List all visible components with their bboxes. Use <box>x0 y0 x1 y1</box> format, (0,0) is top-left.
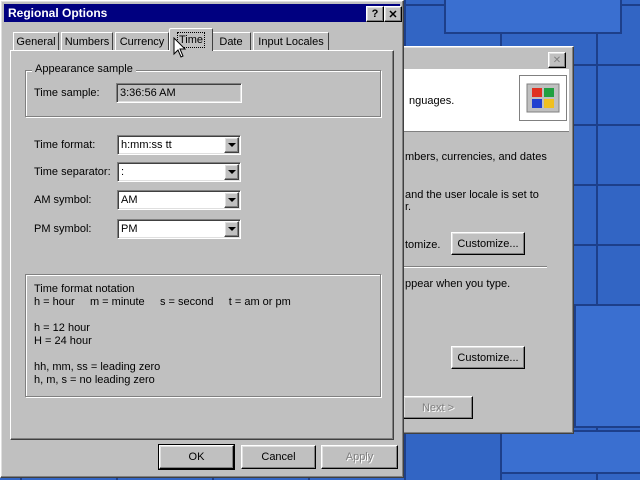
ok-button[interactable]: OK <box>158 444 235 470</box>
regional-options-dialog: Regional Options ? ✕ General Numbers Cur… <box>0 0 404 478</box>
notation-text: h = 12 hour <box>34 322 90 334</box>
background-window-titlebar: ✕ <box>400 50 570 68</box>
background-close-button[interactable]: ✕ <box>548 52 566 68</box>
chevron-down-icon[interactable] <box>224 164 239 180</box>
pm-symbol-combobox[interactable]: PM <box>117 219 241 239</box>
tab-label: Input Locales <box>258 36 324 48</box>
time-tab-panel: Appearance sample Time sample: 3:36:56 A… <box>10 50 394 440</box>
tab-label: Currency <box>119 36 165 48</box>
time-sample-value: 3:36:56 AM <box>120 87 176 99</box>
titlebar[interactable]: Regional Options ? ✕ <box>4 4 402 22</box>
desktop-decoration <box>444 0 622 34</box>
separator <box>401 266 547 268</box>
background-body-text: tomize. <box>405 239 441 251</box>
apply-button[interactable]: Apply <box>321 445 398 469</box>
am-symbol-label: AM symbol: <box>34 194 92 206</box>
tab-currency[interactable]: Currency <box>115 32 169 51</box>
notation-text: h = hour m = minute s = second t = am or… <box>34 296 291 308</box>
time-separator-label: Time separator: <box>34 166 111 178</box>
notation-text: H = 24 hour <box>34 335 92 347</box>
cancel-button[interactable]: Cancel <box>241 445 316 469</box>
chevron-down-icon[interactable] <box>224 221 239 237</box>
tab-input-locales[interactable]: Input Locales <box>253 32 329 51</box>
notation-text: h, m, s = no leading zero <box>34 374 155 386</box>
notation-text: hh, mm, ss = leading zero <box>34 361 161 373</box>
tab-date[interactable]: Date <box>211 32 251 51</box>
chevron-down-icon[interactable] <box>224 192 239 208</box>
time-separator-value: : <box>121 166 125 178</box>
pm-symbol-value: PM <box>121 223 138 235</box>
desktop-decoration <box>500 430 640 474</box>
appearance-sample-group: Appearance sample Time sample: 3:36:56 A… <box>25 63 381 117</box>
tab-general[interactable]: General <box>13 32 59 51</box>
customize-button-2[interactable]: Customize... <box>451 346 525 369</box>
time-sample-field: 3:36:56 AM <box>116 83 242 103</box>
tab-label: Date <box>219 36 243 48</box>
background-wizard-window: ✕ nguages. mbers, currencies, and dates … <box>396 46 574 434</box>
time-format-label: Time format: <box>34 139 96 151</box>
time-separator-combobox[interactable]: : <box>117 162 241 182</box>
tab-label: General <box>16 36 56 48</box>
am-symbol-value: AM <box>121 194 138 206</box>
window-title: Regional Options <box>8 6 108 20</box>
background-body-text: r. <box>405 201 412 213</box>
background-body-text: mbers, currencies, and dates <box>405 151 547 163</box>
group-legend: Appearance sample <box>32 63 136 75</box>
next-button[interactable]: Next > <box>403 396 473 419</box>
background-body-text: and the user locale is set to <box>405 189 539 201</box>
windows-logo-icon <box>519 75 567 121</box>
time-format-notation-group: Time format notation h = hour m = minute… <box>25 274 381 397</box>
tab-numbers[interactable]: Numbers <box>61 32 113 51</box>
background-header-text: nguages. <box>409 95 455 107</box>
am-symbol-combobox[interactable]: AM <box>117 190 241 210</box>
time-format-combobox[interactable]: h:mm:ss tt <box>117 135 241 155</box>
mouse-cursor-icon <box>173 36 187 59</box>
notation-heading: Time format notation <box>34 283 135 295</box>
desktop-decoration <box>574 304 640 428</box>
background-window-header: nguages. <box>401 69 569 132</box>
help-button[interactable]: ? <box>366 6 384 22</box>
close-button[interactable]: ✕ <box>384 6 402 22</box>
tab-label: Numbers <box>64 36 110 48</box>
time-format-value: h:mm:ss tt <box>121 139 172 151</box>
pm-symbol-label: PM symbol: <box>34 223 92 235</box>
customize-button-1[interactable]: Customize... <box>451 232 525 255</box>
background-body-text: ppear when you type. <box>405 278 511 290</box>
time-sample-label: Time sample: <box>34 87 100 99</box>
chevron-down-icon[interactable] <box>224 137 239 153</box>
